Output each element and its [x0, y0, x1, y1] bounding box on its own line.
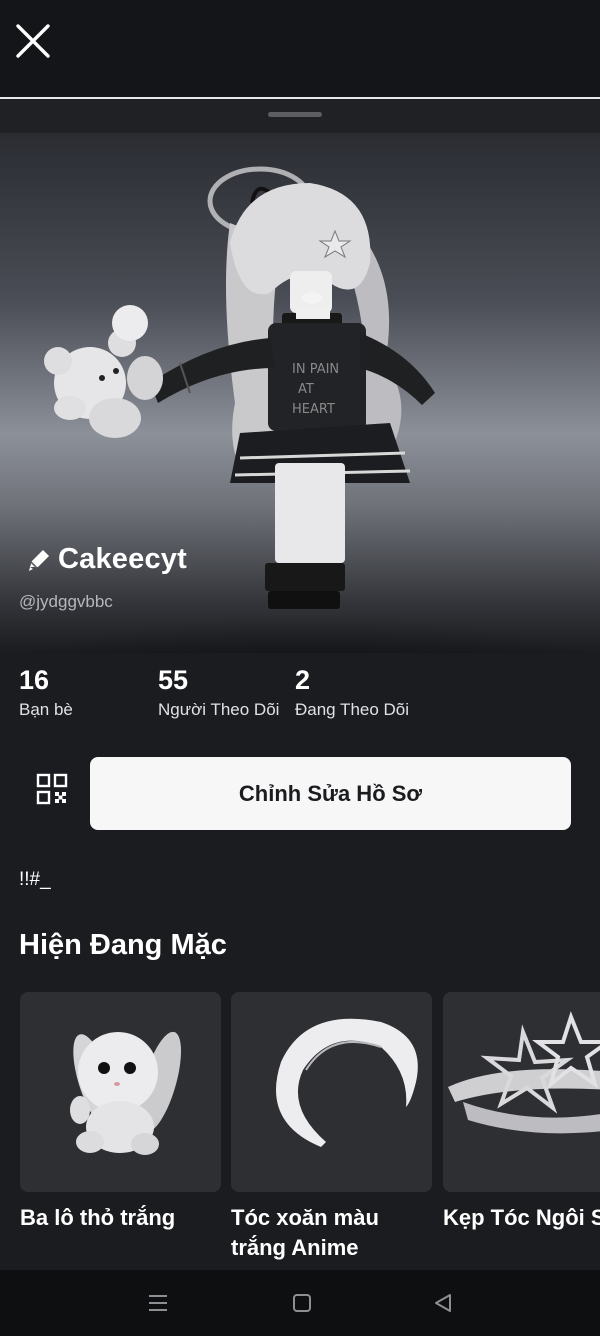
wearing-section-title: Hiện Đang Mặc	[19, 929, 227, 961]
close-icon[interactable]	[12, 20, 54, 62]
item-thumbnail	[231, 992, 432, 1192]
display-name: Cakeecyt	[58, 543, 187, 575]
top-bar	[0, 0, 600, 99]
username: @jydggvbbc	[19, 592, 113, 611]
wearing-item-card[interactable]: Kẹp Tóc Ngôi Sao Bạc	[443, 992, 600, 1233]
stat-label: Bạn bè	[19, 700, 73, 719]
stat-value: 2	[295, 665, 311, 695]
svg-text:HEART: HEART	[292, 402, 335, 417]
menu-icon[interactable]	[141, 1286, 175, 1320]
stat-value: 55	[158, 665, 189, 695]
home-square-icon[interactable]	[285, 1286, 319, 1320]
bio-text: !!#_	[19, 869, 51, 890]
item-title: Kẹp Tóc Ngôi Sao Bạc	[443, 1205, 600, 1230]
svg-text:IN PAIN: IN PAIN	[292, 362, 339, 377]
qr-code-icon[interactable]	[36, 773, 68, 805]
avatar-hero: IN PAIN AT HEART Cakeecyt @jydggvbbc	[0, 133, 600, 653]
system-nav-bar	[0, 1270, 600, 1336]
stat-label: Đang Theo Dõi	[295, 700, 410, 719]
back-triangle-icon[interactable]	[426, 1286, 460, 1320]
edit-profile-button[interactable]: Chỉnh Sửa Hồ Sơ	[90, 757, 571, 830]
item-title: Ba lô thỏ trắng	[20, 1205, 176, 1230]
profile-page: IN PAIN AT HEART Cakeecyt @jydggvbbc 16 …	[0, 0, 600, 1336]
drag-handle[interactable]	[268, 112, 322, 117]
curly-hair-image	[276, 1018, 418, 1147]
item-thumbnail	[20, 992, 221, 1192]
item-thumbnail	[443, 992, 600, 1192]
wearing-item-card[interactable]: Ba lô thỏ trắng	[20, 992, 221, 1233]
wearing-item-card[interactable]: Tóc xoăn màu trắng Anime	[231, 992, 432, 1263]
stat-followers[interactable]: 55 Người Theo Dõi	[158, 664, 279, 720]
display-name-row[interactable]: Cakeecyt	[26, 543, 187, 576]
stat-label: Người Theo Dõi	[158, 700, 280, 719]
stat-value: 16	[19, 665, 50, 695]
svg-text:AT: AT	[298, 382, 314, 397]
pencil-icon[interactable]	[26, 547, 52, 573]
stat-friends[interactable]: 16 Bạn bè	[19, 664, 73, 720]
stat-following[interactable]: 2 Đang Theo Dõi	[295, 664, 409, 720]
sheet-header	[0, 99, 600, 133]
star-hairclip-image	[448, 1011, 600, 1134]
bunny-backpack-image	[70, 1031, 182, 1155]
item-title: Tóc xoăn màu trắng Anime	[231, 1205, 379, 1260]
